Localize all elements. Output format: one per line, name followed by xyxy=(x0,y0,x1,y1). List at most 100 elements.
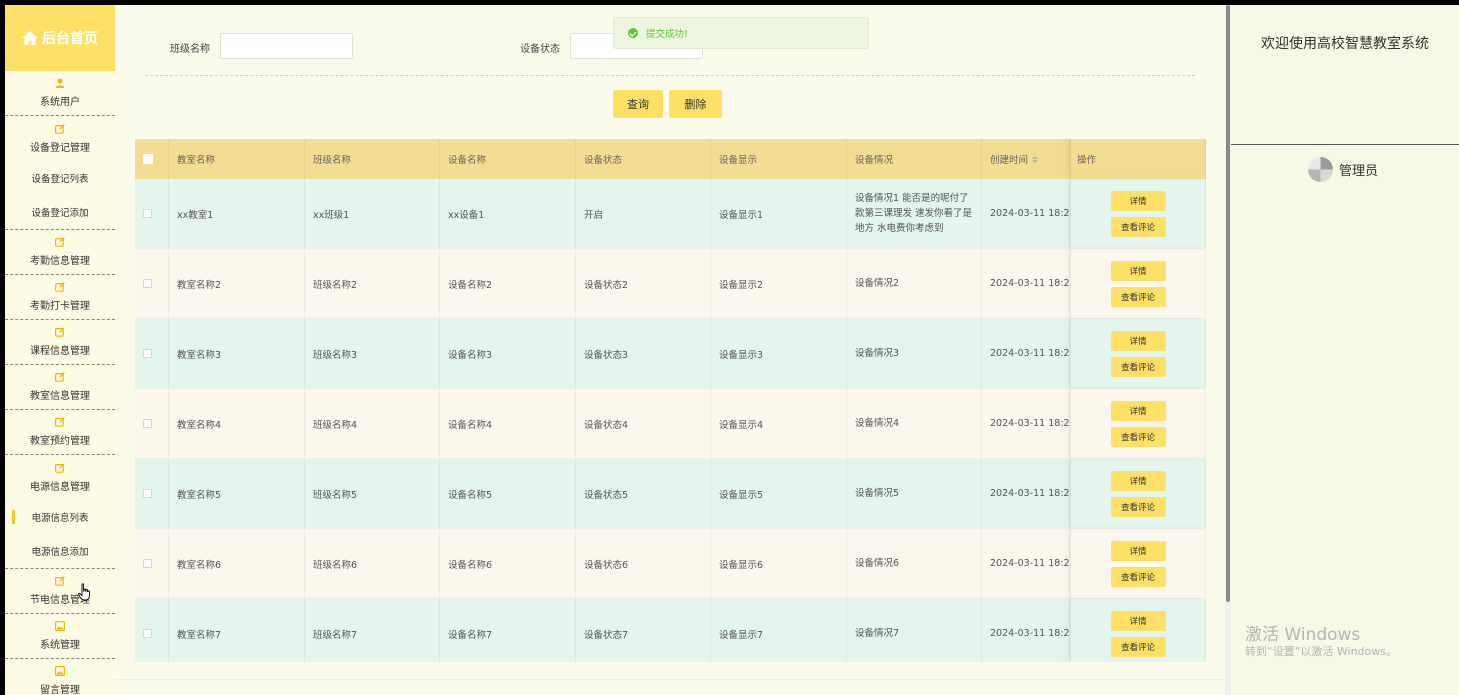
cell-text: 设备显示3 xyxy=(719,349,764,361)
cell-text: 教室名称5 xyxy=(177,489,222,501)
row-checkbox[interactable] xyxy=(143,629,152,638)
column-header-label: 教室名称 xyxy=(177,155,216,166)
view-comments-button[interactable]: 查看评论 xyxy=(1110,216,1166,237)
vertical-scrollbar-thumb[interactable] xyxy=(1226,5,1230,602)
cell-text: 2024-03-11 18:21:5 xyxy=(990,348,1070,359)
select-all-cell xyxy=(135,139,169,179)
sidebar-item-label: 课程信息管理 xyxy=(30,346,90,357)
edit-icon xyxy=(55,282,65,292)
cell-text: 设备情况2 xyxy=(855,278,900,289)
row-checkbox[interactable] xyxy=(143,209,152,218)
horizontal-scrollbar[interactable] xyxy=(115,679,1225,695)
success-toast: 提交成功! xyxy=(613,17,869,49)
detail-button[interactable]: 详情 xyxy=(1110,470,1166,491)
table-cell: 设备情况3 xyxy=(847,319,982,388)
sidebar-item-7[interactable]: 电源信息管理 xyxy=(5,455,115,500)
view-comments-button[interactable]: 查看评论 xyxy=(1110,636,1166,657)
cell-text: 设备显示6 xyxy=(719,559,764,571)
table-cell: 设备状态7 xyxy=(576,599,711,662)
table-row: 教室名称2 班级名称2 设备名称2 设备状态2 设备显示2 设备情况2 2024-03-11… xyxy=(135,249,1206,319)
sidebar-item-8[interactable]: 节电信息管理 xyxy=(5,569,115,614)
sidebar-subitem-1-0[interactable]: 设备登记列表 xyxy=(5,161,115,195)
detail-button[interactable]: 详情 xyxy=(1110,610,1166,631)
select-all-checkbox[interactable] xyxy=(143,154,153,164)
table-cell: 教室名称3 xyxy=(169,319,305,388)
detail-button[interactable]: 详情 xyxy=(1110,330,1166,351)
sidebar-item-4[interactable]: 课程信息管理 xyxy=(5,320,115,365)
column-header-4: 设备显示 xyxy=(711,139,847,179)
sidebar-submenu-7: 电源信息列表 电源信息添加 xyxy=(5,500,115,569)
sidebar-item-6[interactable]: 教室预约管理 xyxy=(5,410,115,455)
sidebar-item-label: 教室信息管理 xyxy=(30,391,90,402)
row-checkbox[interactable] xyxy=(143,419,152,428)
sort-icon[interactable] xyxy=(1032,155,1039,163)
cell-text: 教室名称2 xyxy=(177,279,222,291)
user-info[interactable]: 管理员 xyxy=(1308,157,1378,182)
view-comments-button[interactable]: 查看评论 xyxy=(1110,566,1166,587)
row-checkbox[interactable] xyxy=(143,349,152,358)
cell-text: 设备情况6 xyxy=(855,558,900,569)
detail-button[interactable]: 详情 xyxy=(1110,260,1166,281)
sidebar-subitem-1-1[interactable]: 设备登记添加 xyxy=(5,195,115,229)
table-cell: 班级名称5 xyxy=(305,459,440,528)
table-cell: 设备状态4 xyxy=(576,389,711,458)
edit-icon xyxy=(55,417,65,427)
sidebar-item-0[interactable]: 系统用户 xyxy=(5,71,115,116)
table-cell: 设备状态6 xyxy=(576,529,711,598)
column-header-label: 操作 xyxy=(1077,155,1097,166)
view-comments-button[interactable]: 查看评论 xyxy=(1110,496,1166,517)
table-cell: 设备情况2 xyxy=(847,249,982,318)
table-header: 教室名称 班级名称 设备名称 设备状态 设备显示 设备情况 创建时间 操作 xyxy=(135,139,1206,179)
cell-text: 设备状态3 xyxy=(584,349,629,361)
cell-text: xx教室1 xyxy=(177,209,214,221)
edit-icon xyxy=(55,327,65,337)
sidebar-subitem-7-1[interactable]: 电源信息添加 xyxy=(5,534,115,568)
sidebar-subitem-7-0[interactable]: 电源信息列表 xyxy=(5,500,115,534)
sidebar-item-10[interactable]: 留言管理 xyxy=(5,659,115,695)
sidebar-item-3[interactable]: 考勤打卡管理 xyxy=(5,275,115,320)
column-header-5: 设备情况 xyxy=(847,139,982,179)
windows-activation-title: 激活 Windows xyxy=(1245,625,1361,645)
cell-text: 班级名称6 xyxy=(313,559,358,571)
sidebar-item-label: 电源信息管理 xyxy=(30,481,90,493)
table-cell: 2024-03-11 18:21:5 xyxy=(982,179,1070,248)
cell-text: 2024-03-11 18:21:5 xyxy=(990,418,1070,429)
detail-button[interactable]: 详情 xyxy=(1110,540,1166,561)
image-icon xyxy=(55,666,65,676)
table-cell: 班级名称4 xyxy=(305,389,440,458)
query-button[interactable]: 查询 xyxy=(613,90,663,118)
table-row: 教室名称5 班级名称5 设备名称5 设备状态5 设备显示5 设备情况5 2024-03-11… xyxy=(135,459,1206,529)
user-icon xyxy=(55,78,65,88)
row-checkbox[interactable] xyxy=(143,279,152,288)
column-header-2: 设备名称 xyxy=(440,139,576,179)
sidebar-item-9[interactable]: 系统管理 xyxy=(5,614,115,659)
sidebar-item-label: 设备登记管理 xyxy=(30,142,90,154)
row-checkbox[interactable] xyxy=(143,559,152,568)
sidebar-item-2[interactable]: 考勤信息管理 xyxy=(5,230,115,275)
table-cell: 设备显示5 xyxy=(711,459,847,528)
table-cell: 设备情况4 xyxy=(847,389,982,458)
table-row: xx教室1 xx班级1 xx设备1 开启 设备显示1 设备情况1 能否是的呢付了款第三课理… xyxy=(135,179,1206,249)
table-cell: 班级名称3 xyxy=(305,319,440,388)
column-header-3: 设备状态 xyxy=(576,139,711,179)
table-cell: 设备情况1 能否是的呢付了款第三课理发 速发你看了是地方 水电费你考虑到 xyxy=(847,179,982,248)
detail-button[interactable]: 详情 xyxy=(1110,190,1166,211)
delete-button[interactable]: 删除 xyxy=(669,90,722,118)
view-comments-button[interactable]: 查看评论 xyxy=(1110,356,1166,377)
cell-text: 设备状态5 xyxy=(584,489,629,501)
class-name-input[interactable] xyxy=(220,33,353,59)
cell-text: 2024-03-11 18:21:5 xyxy=(990,628,1070,639)
sidebar-item-1[interactable]: 设备登记管理 xyxy=(5,116,115,161)
row-checkbox[interactable] xyxy=(143,489,152,498)
class-name-label: 班级名称 xyxy=(170,44,210,55)
detail-button[interactable]: 详情 xyxy=(1110,400,1166,421)
sidebar-home-link[interactable]: 后台首页 xyxy=(5,5,115,71)
column-header-6[interactable]: 创建时间 xyxy=(982,139,1070,179)
sidebar-submenu-1: 设备登记列表 设备登记添加 xyxy=(5,161,115,230)
cell-text: 教室名称3 xyxy=(177,349,222,361)
view-comments-button[interactable]: 查看评论 xyxy=(1110,426,1166,447)
sidebar-item-5[interactable]: 教室信息管理 xyxy=(5,365,115,410)
view-comments-button[interactable]: 查看评论 xyxy=(1110,286,1166,307)
table-cell: 教室名称6 xyxy=(169,529,305,598)
sidebar-item-label: 考勤打卡管理 xyxy=(30,301,90,312)
